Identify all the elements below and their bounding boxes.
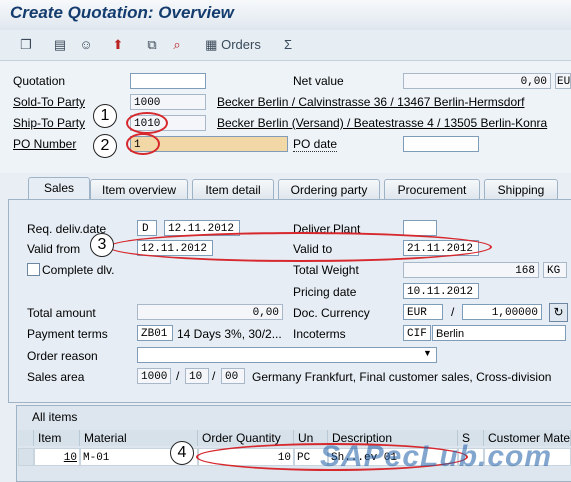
order-reason-label: Order reason: [27, 349, 98, 363]
row-selector[interactable]: [18, 448, 34, 466]
watermark: SAPecLub.com: [320, 440, 553, 473]
orders-icon: ▦: [205, 37, 218, 52]
quotation-label: Quotation: [13, 74, 66, 88]
division-field: 00: [221, 368, 245, 384]
payment-terms-label: Payment terms: [27, 327, 108, 341]
payment-terms-text: 14 Days 3%, 30/2...: [177, 327, 282, 341]
pricing-date-field[interactable]: 10.11.2012: [403, 283, 479, 299]
page-title: Create Quotation: Overview: [10, 3, 234, 22]
quotation-field[interactable]: [130, 73, 206, 89]
incoterms-location-field[interactable]: Berlin: [432, 325, 566, 341]
complete-dlv-checkbox[interactable]: [27, 263, 40, 276]
pricing-date-label: Pricing date: [293, 285, 357, 299]
total-weight-field: 168: [403, 262, 539, 278]
tab-sales[interactable]: Sales: [28, 177, 90, 200]
incoterms-label: Incoterms: [293, 327, 346, 341]
net-value-currency: EU: [555, 73, 571, 89]
sold-to-field[interactable]: 1000: [130, 94, 206, 110]
po-number-label[interactable]: PO Number: [13, 137, 76, 151]
display-doc-flow-icon[interactable]: ❐: [16, 36, 36, 54]
valid-from-label: Valid from: [27, 242, 81, 256]
ship-to-address[interactable]: Becker Berlin (Versand) / Beatestrasse 4…: [217, 116, 571, 130]
chevron-down-icon[interactable]: ▼: [423, 348, 432, 358]
total-weight-label: Total Weight: [293, 263, 359, 277]
net-value-field: 0,00: [403, 73, 551, 89]
req-deliv-date-type[interactable]: D: [137, 220, 157, 236]
header-overview-icon[interactable]: ▤: [50, 36, 70, 54]
doc-currency-field[interactable]: EUR: [403, 304, 443, 320]
sold-to-address[interactable]: Becker Berlin / Calvinstrasse 36 / 13467…: [217, 95, 571, 109]
business-partner-icon[interactable]: ☺: [76, 36, 96, 54]
tab-ordering-party[interactable]: Ordering party: [278, 179, 380, 200]
select-all-column[interactable]: [18, 430, 34, 446]
highlight-ship-to: [126, 112, 168, 134]
exchange-rate-field[interactable]: 1,00000: [462, 304, 542, 320]
sales-area-label: Sales area: [27, 370, 85, 384]
tab-item-overview[interactable]: Item overview: [90, 179, 188, 200]
sales-area-separator-2: /: [212, 369, 216, 383]
net-value-label: Net value: [293, 74, 344, 88]
highlight-validity: [108, 232, 492, 262]
refresh-rate-icon[interactable]: ↻: [549, 303, 568, 322]
callout-2: 2: [93, 134, 117, 158]
callout-4: 4: [170, 441, 194, 465]
incoterms-field[interactable]: CIF: [403, 325, 431, 341]
highlight-po-number: [126, 133, 160, 155]
orders-label: Orders: [221, 37, 261, 52]
orders-button[interactable]: ▦ Orders: [202, 36, 264, 54]
sum-icon[interactable]: Σ: [278, 36, 298, 54]
sales-org-field: 1000: [137, 368, 171, 384]
sales-document-icon[interactable]: ⬆: [108, 36, 128, 54]
callout-1: 1: [93, 104, 117, 128]
req-deliv-date-label: Req. deliv.date: [27, 222, 107, 236]
total-weight-unit: KG: [543, 262, 567, 278]
ship-to-label[interactable]: Ship-To Party: [13, 116, 85, 130]
tab-shipping[interactable]: Shipping: [484, 179, 558, 200]
distribution-channel-field: 10: [185, 368, 209, 384]
payment-terms-field[interactable]: ZB01: [137, 325, 173, 341]
po-date-label: PO date: [293, 137, 338, 152]
item-number-cell[interactable]: 10: [34, 448, 80, 466]
deliver-plant-field[interactable]: [403, 220, 437, 236]
copy-document-icon[interactable]: ⧉: [142, 36, 162, 54]
sales-area-separator-1: /: [176, 369, 180, 383]
find-icon[interactable]: ⌕: [167, 36, 187, 54]
tab-procurement[interactable]: Procurement: [384, 179, 480, 200]
complete-dlv-label: Complete dlv.: [42, 263, 115, 277]
items-table-title: All items: [32, 410, 78, 424]
total-amount-label: Total amount: [27, 306, 96, 320]
doc-currency-separator: /: [451, 305, 455, 319]
tab-item-detail[interactable]: Item detail: [192, 179, 274, 200]
column-item[interactable]: Item: [34, 430, 80, 446]
doc-currency-label: Doc. Currency: [293, 306, 370, 320]
callout-3: 3: [90, 233, 114, 257]
po-date-field[interactable]: [403, 136, 479, 152]
total-amount-field: 0,00: [137, 304, 283, 320]
sold-to-label[interactable]: Sold-To Party: [13, 95, 85, 109]
order-reason-select[interactable]: [137, 347, 437, 363]
sales-area-text: Germany Frankfurt, Final customer sales,…: [252, 370, 552, 384]
